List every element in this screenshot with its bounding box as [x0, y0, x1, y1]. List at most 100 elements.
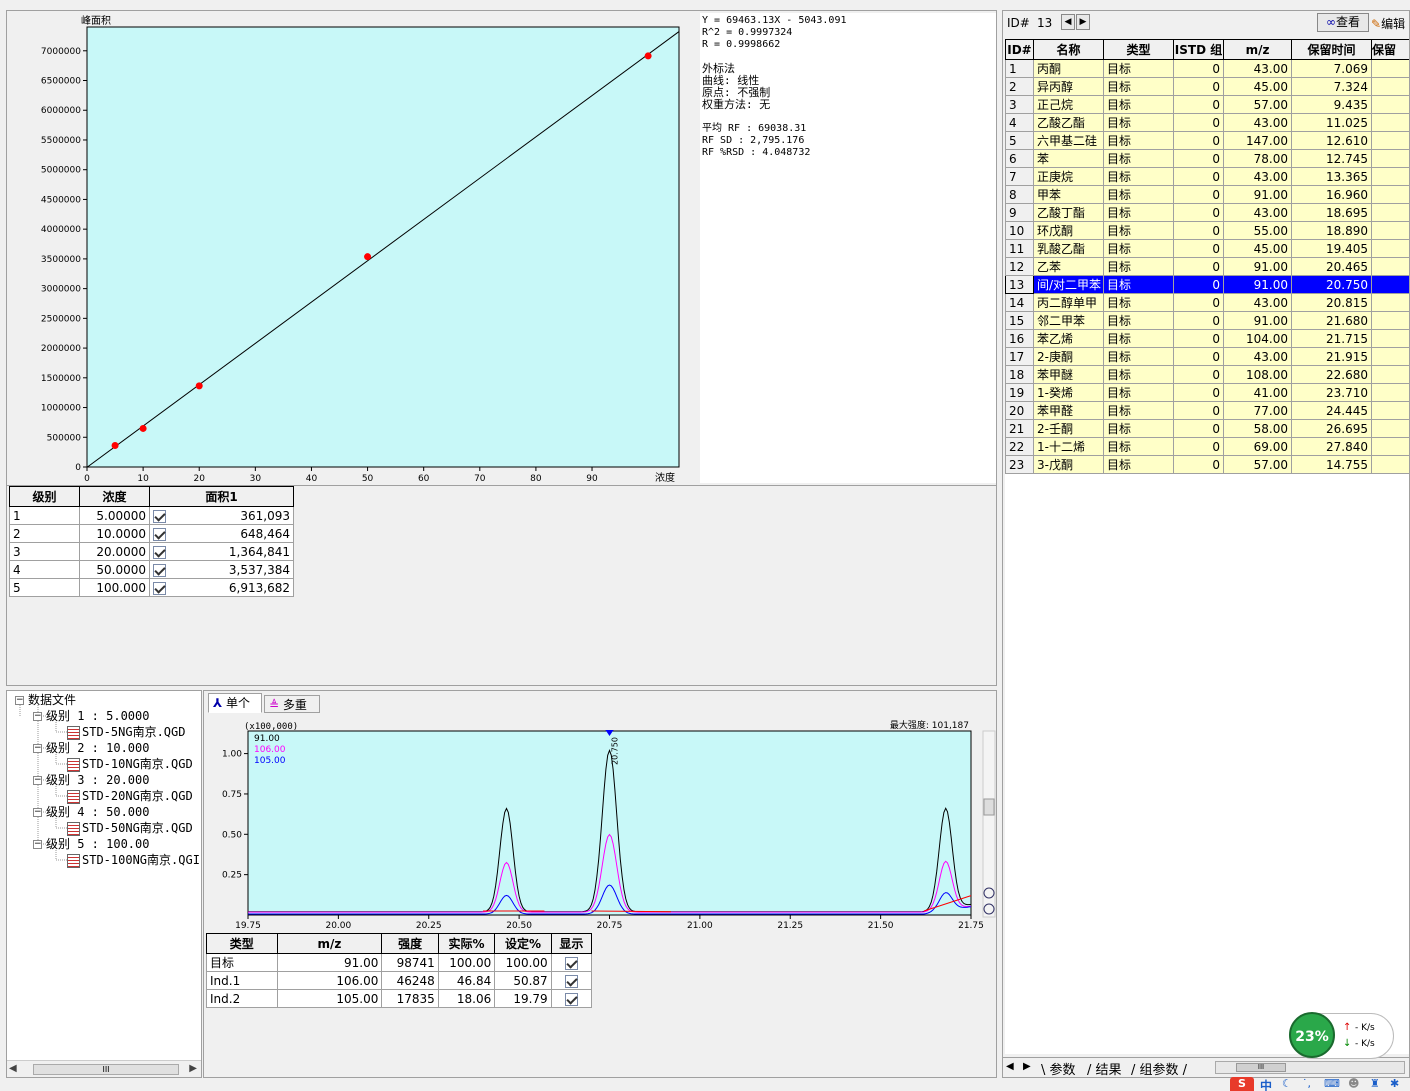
tree-level[interactable]: − 级别 1 : 5.0000 — [33, 708, 149, 724]
compound-rt[interactable]: 16.960 — [1291, 185, 1372, 204]
compound-type[interactable]: 目标 — [1103, 149, 1174, 168]
ion-set[interactable]: 100.00 — [494, 953, 552, 972]
compound-rt[interactable]: 14.755 — [1291, 455, 1372, 474]
show-checkbox[interactable] — [564, 974, 578, 988]
compound-mz[interactable]: 43.00 — [1223, 203, 1292, 222]
compound-rt-extra[interactable] — [1371, 131, 1409, 150]
conc-cell[interactable]: 5.00000 — [79, 506, 150, 525]
compound-type[interactable]: 目标 — [1103, 167, 1174, 186]
compound-rt[interactable]: 19.405 — [1291, 239, 1372, 258]
compound-row[interactable]: 9 乙酸丁酯 目标 0 43.00 18.695 — [1005, 203, 1409, 222]
compound-row[interactable]: 1 丙酮 目标 0 43.00 7.069 — [1005, 59, 1409, 78]
tab-multi[interactable]: ≜ 多重 — [264, 695, 320, 713]
tree-file[interactable]: STD-50NG南京.QGD — [67, 820, 193, 836]
compound-mz[interactable]: 104.00 — [1223, 329, 1292, 348]
col-name[interactable]: 名称 — [1033, 39, 1104, 60]
compound-rt-extra[interactable] — [1371, 365, 1409, 384]
compound-type[interactable]: 目标 — [1103, 257, 1174, 276]
compound-mz[interactable]: 58.00 — [1223, 419, 1292, 438]
compound-rt-extra[interactable] — [1371, 437, 1409, 456]
compound-rt[interactable]: 24.445 — [1291, 401, 1372, 420]
compound-rt-extra[interactable] — [1371, 239, 1409, 258]
collapse-icon[interactable]: − — [33, 840, 42, 849]
compound-istd[interactable]: 0 — [1173, 221, 1224, 240]
network-widget[interactable]: 23% ↑ - K/s ↓ - K/s — [1289, 1012, 1394, 1059]
compound-rt[interactable]: 7.324 — [1291, 77, 1372, 96]
collapse-icon[interactable]: − — [33, 744, 42, 753]
compound-name[interactable]: 3-戊酮 — [1033, 455, 1104, 474]
compound-istd[interactable]: 0 — [1173, 419, 1224, 438]
compound-rt-extra[interactable] — [1371, 167, 1409, 186]
compound-type[interactable]: 目标 — [1103, 95, 1174, 114]
area-cell[interactable]: 6,913,682 — [149, 578, 294, 597]
compound-rt-extra[interactable] — [1371, 455, 1409, 474]
show-checkbox[interactable] — [564, 956, 578, 970]
col-cmz[interactable]: m/z — [1223, 39, 1292, 60]
compound-mz[interactable]: 43.00 — [1223, 293, 1292, 312]
col-rt[interactable]: 保留时间 — [1291, 39, 1372, 60]
tab-params[interactable]: \ 参数 — [1041, 1059, 1076, 1078]
compound-mz[interactable]: 91.00 — [1223, 311, 1292, 330]
id-next-button[interactable]: ▶ — [1076, 14, 1090, 30]
area-cell[interactable]: 3,537,384 — [149, 560, 294, 579]
compound-name[interactable]: 正庚烷 — [1033, 167, 1104, 186]
compound-type[interactable]: 目标 — [1103, 59, 1174, 78]
tab-scroll-right[interactable]: ▶ — [1023, 1061, 1031, 1072]
tab-single[interactable]: ⅄ 单个 — [208, 693, 262, 713]
compound-row[interactable]: 11 乳酸乙酯 目标 0 45.00 19.405 — [1005, 239, 1409, 258]
compound-name[interactable]: 邻二甲苯 — [1033, 311, 1104, 330]
compound-type[interactable]: 目标 — [1103, 203, 1174, 222]
area-cell[interactable]: 648,464 — [149, 524, 294, 543]
level-row[interactable]: 1 5.00000 361,093 — [9, 506, 294, 525]
collapse-icon[interactable]: − — [33, 808, 42, 817]
keyboard-icon[interactable]: ⌨ — [1324, 1077, 1340, 1090]
compound-row[interactable]: 13 间/对二甲苯 目标 0 91.00 20.750 — [1005, 275, 1409, 294]
compound-rt[interactable]: 22.680 — [1291, 365, 1372, 384]
col-actual[interactable]: 实际% — [437, 933, 496, 954]
conc-cell[interactable]: 100.000 — [79, 578, 150, 597]
compound-row[interactable]: 21 2-壬酮 目标 0 58.00 26.695 — [1005, 419, 1409, 438]
compound-row[interactable]: 4 乙酸乙酯 目标 0 43.00 11.025 — [1005, 113, 1409, 132]
compound-row[interactable]: 18 苯甲醚 目标 0 108.00 22.680 — [1005, 365, 1409, 384]
compound-mz[interactable]: 55.00 — [1223, 221, 1292, 240]
include-checkbox[interactable] — [153, 563, 166, 577]
compound-row[interactable]: 17 2-庚酮 目标 0 43.00 21.915 — [1005, 347, 1409, 366]
compound-rt[interactable]: 11.025 — [1291, 113, 1372, 132]
compound-istd[interactable]: 0 — [1173, 77, 1224, 96]
collapse-icon[interactable]: − — [15, 696, 24, 705]
ion-show-cell[interactable] — [550, 989, 593, 1008]
compound-istd[interactable]: 0 — [1173, 257, 1224, 276]
compound-mz[interactable]: 57.00 — [1223, 455, 1292, 474]
compound-name[interactable]: 异丙醇 — [1033, 77, 1104, 96]
compound-istd[interactable]: 0 — [1173, 275, 1224, 294]
level-row[interactable]: 2 10.0000 648,464 — [9, 524, 294, 543]
compound-rt[interactable]: 26.695 — [1291, 419, 1372, 438]
compound-type[interactable]: 目标 — [1103, 185, 1174, 204]
compound-type[interactable]: 目标 — [1103, 401, 1174, 420]
compound-name[interactable]: 苯 — [1033, 149, 1104, 168]
compound-name[interactable]: 1-癸烯 — [1033, 383, 1104, 402]
compound-mz[interactable]: 41.00 — [1223, 383, 1292, 402]
compound-type[interactable]: 目标 — [1103, 365, 1174, 384]
include-checkbox[interactable] — [153, 509, 166, 523]
ion-set[interactable]: 19.79 — [494, 989, 552, 1008]
compound-istd[interactable]: 0 — [1173, 383, 1224, 402]
ion-mz[interactable]: 106.00 — [276, 971, 383, 990]
compound-rt-extra[interactable] — [1371, 329, 1409, 348]
level-row[interactable]: 4 50.0000 3,537,384 — [9, 560, 294, 579]
col-id[interactable]: ID# — [1005, 39, 1034, 60]
col-mz[interactable]: m/z — [276, 933, 383, 954]
compound-rt[interactable]: 23.710 — [1291, 383, 1372, 402]
compound-istd[interactable]: 0 — [1173, 203, 1224, 222]
compound-row[interactable]: 20 苯甲醛 目标 0 77.00 24.445 — [1005, 401, 1409, 420]
tree-file[interactable]: STD-20NG南京.QGD — [67, 788, 193, 804]
compound-istd[interactable]: 0 — [1173, 401, 1224, 420]
compound-rt-extra[interactable] — [1371, 293, 1409, 312]
compound-rt-extra[interactable] — [1371, 113, 1409, 132]
compound-name[interactable]: 乙酸丁酯 — [1033, 203, 1104, 222]
compound-name[interactable]: 间/对二甲苯 — [1033, 275, 1104, 294]
compound-type[interactable]: 目标 — [1103, 311, 1174, 330]
compound-mz[interactable]: 108.00 — [1223, 365, 1292, 384]
ion-mz[interactable]: 91.00 — [276, 953, 383, 972]
area-cell[interactable]: 361,093 — [149, 506, 294, 525]
